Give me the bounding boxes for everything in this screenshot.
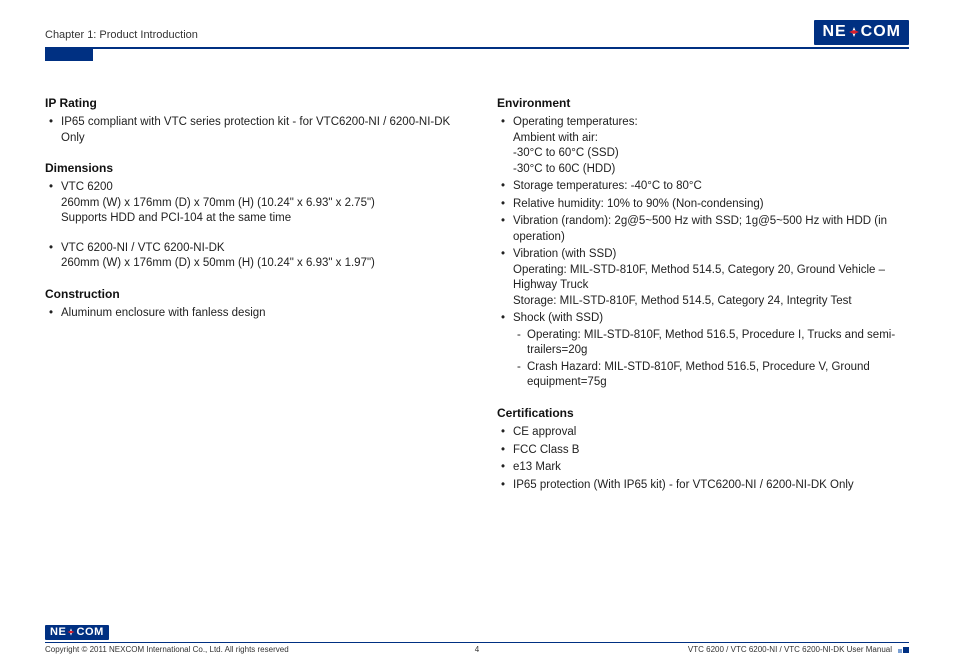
page: Chapter 1: Product Introduction NE COM I… [0,0,954,672]
list-item: Storage temperatures: -40°C to 80°C [513,179,909,195]
list-item: VTC 6200 260mm (W) x 176mm (D) x 70mm (H… [61,180,457,227]
text-line: Vibration (with SSD) [513,247,909,263]
logo-x-icon [66,627,76,637]
section-heading-environment: Environment [497,95,909,111]
text-line: -30°C to 60C (HDD) [513,162,909,178]
dimensions-list: VTC 6200 260mm (W) x 176mm (D) x 70mm (H… [45,180,457,227]
construction-list: Aluminum enclosure with fanless design [45,306,457,322]
logo-x-icon [847,25,861,39]
spacer [45,229,457,239]
left-column: IP Rating IP65 compliant with VTC series… [45,95,457,495]
list-item: IP65 compliant with VTC series protectio… [61,115,457,146]
list-item: VTC 6200-NI / VTC 6200-NI-DK 260mm (W) x… [61,241,457,272]
list-item: Vibration (with SSD) Operating: MIL-STD-… [513,247,909,309]
text-line: Shock (with SSD) [513,311,909,327]
footer-brand-logo: NE COM [45,625,109,640]
list-item: e13 Mark [513,460,909,476]
accent-bar [45,49,93,61]
dimensions-list-2: VTC 6200-NI / VTC 6200-NI-DK 260mm (W) x… [45,241,457,272]
environment-list: Operating temperatures: Ambient with air… [497,115,909,391]
footer: NE COM Copyright © 2011 NEXCOM Internati… [45,622,909,654]
footer-logo-row: NE COM [45,622,909,642]
text-line: Supports HDD and PCI-104 at the same tim… [61,211,457,227]
logo-text-post: COM [76,626,103,638]
content-columns: IP Rating IP65 compliant with VTC series… [45,95,909,495]
list-item: CE approval [513,425,909,441]
text-line: Operating: MIL-STD-810F, Method 514.5, C… [513,263,909,294]
certifications-list: CE approval FCC Class B e13 Mark IP65 pr… [497,425,909,493]
doc-title: VTC 6200 / VTC 6200-NI / VTC 6200-NI-DK … [688,645,892,654]
brand-logo: NE COM [814,20,909,45]
copyright-text: Copyright © 2011 NEXCOM International Co… [45,645,289,654]
header-rule [45,47,909,49]
text-line: -30°C to 60°C (SSD) [513,146,909,162]
text-line: Ambient with air: [513,131,909,147]
list-item: Relative humidity: 10% to 90% (Non-conde… [513,197,909,213]
logo-text-pre: NE [50,626,66,638]
text-line: 260mm (W) x 176mm (D) x 70mm (H) (10.24"… [61,196,457,212]
list-item: IP65 protection (With IP65 kit) - for VT… [513,478,909,494]
list-item: Vibration (random): 2g@5~500 Hz with SSD… [513,214,909,245]
section-heading-ip-rating: IP Rating [45,95,457,111]
list-item: Crash Hazard: MIL-STD-810F, Method 516.5… [527,360,909,391]
list-item: FCC Class B [513,443,909,459]
ip-rating-list: IP65 compliant with VTC series protectio… [45,115,457,146]
footer-ornament-icon [898,647,909,653]
section-heading-dimensions: Dimensions [45,160,457,176]
logo-text-pre: NE [822,23,846,41]
list-item: Operating temperatures: Ambient with air… [513,115,909,177]
text-line: Operating temperatures: [513,115,909,131]
footer-row: Copyright © 2011 NEXCOM International Co… [45,645,909,654]
footer-rule [45,642,909,643]
shock-sublist: Operating: MIL-STD-810F, Method 516.5, P… [513,328,909,391]
section-heading-certifications: Certifications [497,405,909,421]
text-line: VTC 6200 [61,180,457,196]
logo-text-post: COM [861,23,901,41]
list-item: Aluminum enclosure with fanless design [61,306,457,322]
section-heading-construction: Construction [45,286,457,302]
chapter-title: Chapter 1: Product Introduction [45,29,198,45]
page-number: 4 [475,645,479,654]
text-line: 260mm (W) x 176mm (D) x 50mm (H) (10.24"… [61,256,457,272]
text-line: Storage: MIL-STD-810F, Method 514.5, Cat… [513,294,909,310]
header-row: Chapter 1: Product Introduction NE COM [45,20,909,45]
right-column: Environment Operating temperatures: Ambi… [497,95,909,495]
list-item: Shock (with SSD) Operating: MIL-STD-810F… [513,311,909,391]
footer-right: VTC 6200 / VTC 6200-NI / VTC 6200-NI-DK … [688,645,909,654]
list-item: Operating: MIL-STD-810F, Method 516.5, P… [527,328,909,359]
text-line: VTC 6200-NI / VTC 6200-NI-DK [61,241,457,257]
